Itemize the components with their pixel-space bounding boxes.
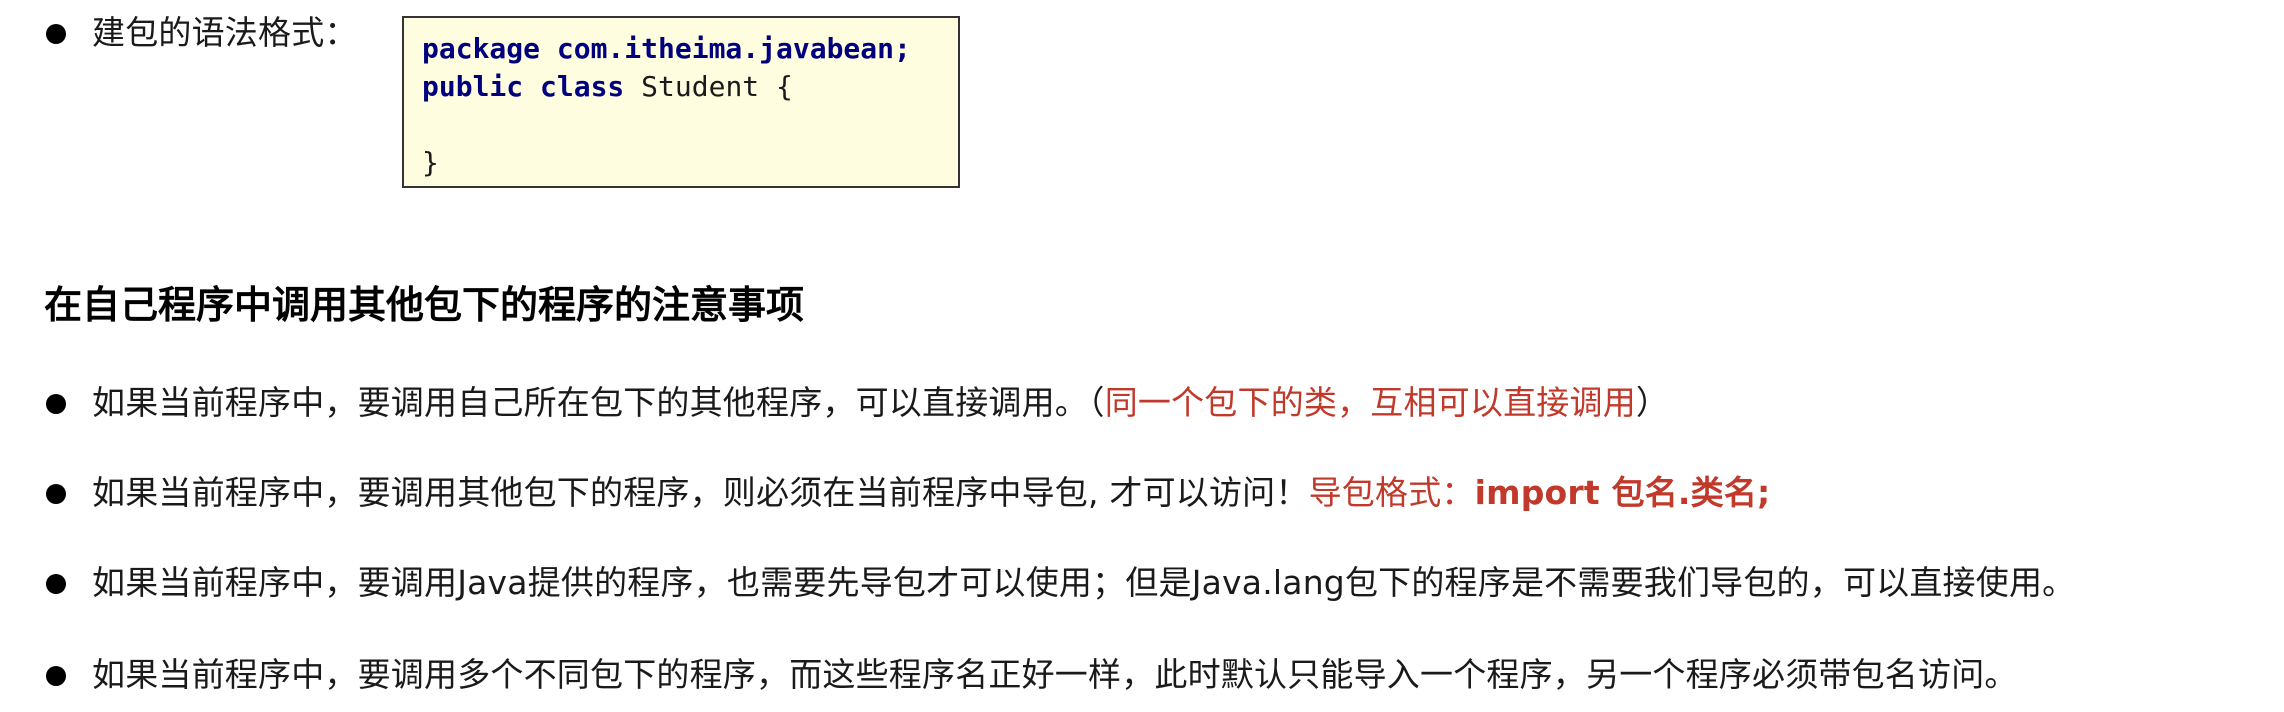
note-item-1: 如果当前程序中，要调用自己所在包下的其他程序，可以直接调用。（同一个包下的类，互… (92, 386, 1669, 419)
bullet-dot (46, 394, 66, 414)
note-item-4: 如果当前程序中，要调用多个不同包下的程序，而这些程序名正好一样，此时默认只能导入… (92, 655, 2018, 694)
code-keywords: public class (422, 70, 625, 103)
note-text: 如果当前程序中，要调用自己所在包下的其他程序，可以直接调用。（ (92, 383, 1105, 422)
bullet-dot (46, 484, 66, 504)
code-class-declaration: Student { (624, 70, 793, 103)
note-suffix: ） (1635, 383, 1670, 422)
import-syntax: import 包名.类名; (1474, 473, 1771, 512)
code-block: package com.itheima.javabean; public cla… (402, 16, 960, 188)
note-item-3: 如果当前程序中，要调用Java提供的程序，也需要先导包才可以使用；但是Java.… (92, 563, 2076, 602)
note-item-2: 如果当前程序中，要调用其他包下的程序，则必须在当前程序中导包, 才可以访问！导包… (92, 476, 1770, 509)
note-highlight: 同一个包下的类，互相可以直接调用 (1104, 383, 1636, 422)
section-heading: 在自己程序中调用其他包下的程序的注意事项 (44, 283, 805, 327)
bullet-dot (46, 574, 66, 594)
code-line-2: public class Student { (422, 68, 958, 106)
code-line-4: } (422, 146, 439, 179)
code-line-1: package com.itheima.javabean; (422, 30, 958, 68)
package-syntax-label: 建包的语法格式： (92, 13, 358, 52)
note-highlight: 导包格式： (1308, 473, 1475, 512)
code-package-statement: package com.itheima.javabean; (422, 32, 911, 65)
bullet-dot (46, 24, 66, 44)
bullet-dot (46, 666, 66, 686)
note-text: 如果当前程序中，要调用其他包下的程序，则必须在当前程序中导包, 才可以访问！ (92, 473, 1309, 512)
